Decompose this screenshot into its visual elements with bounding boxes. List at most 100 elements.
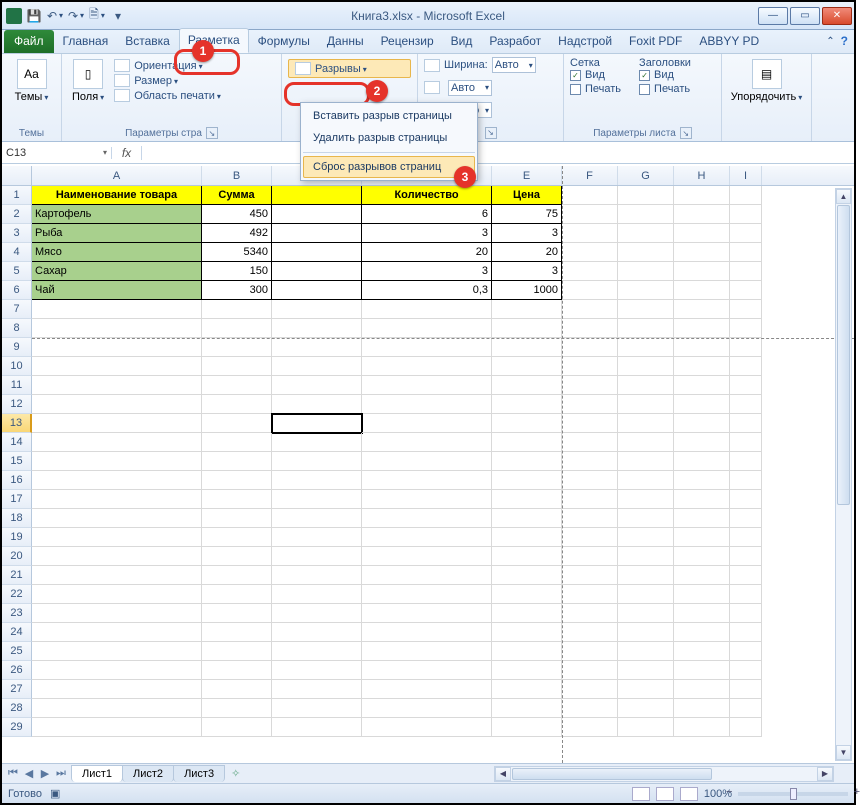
ribbon-minimize-icon[interactable]: ⌃	[826, 36, 834, 47]
headers-view-checkbox[interactable]: ✓Вид	[639, 69, 691, 81]
cell[interactable]: Чай	[32, 281, 202, 300]
cell[interactable]	[362, 718, 492, 737]
cell[interactable]	[272, 224, 362, 243]
cell[interactable]	[730, 490, 762, 509]
cell[interactable]	[674, 205, 730, 224]
row-header[interactable]: 9	[2, 338, 32, 357]
cell[interactable]	[618, 319, 674, 338]
cell[interactable]: Сумма	[202, 186, 272, 205]
cell[interactable]	[362, 357, 492, 376]
row-header[interactable]: 1	[2, 186, 32, 205]
cell[interactable]	[618, 262, 674, 281]
view-normal-icon[interactable]	[632, 787, 650, 801]
cell[interactable]	[730, 262, 762, 281]
name-box[interactable]: C13	[2, 147, 112, 159]
cell[interactable]	[272, 642, 362, 661]
cell[interactable]	[492, 623, 562, 642]
cell[interactable]	[272, 680, 362, 699]
cell[interactable]	[202, 566, 272, 585]
cell[interactable]	[492, 319, 562, 338]
cell[interactable]	[492, 528, 562, 547]
cell[interactable]	[618, 566, 674, 585]
cell[interactable]	[202, 357, 272, 376]
cell[interactable]	[362, 376, 492, 395]
row-header[interactable]: 28	[2, 699, 32, 718]
row-header[interactable]: 18	[2, 509, 32, 528]
cell[interactable]	[730, 452, 762, 471]
cell[interactable]: 5340	[202, 243, 272, 262]
cell[interactable]	[362, 471, 492, 490]
cell[interactable]: 6	[362, 205, 492, 224]
cell[interactable]	[618, 471, 674, 490]
cell[interactable]: Сахар	[32, 262, 202, 281]
cell[interactable]	[272, 452, 362, 471]
cell[interactable]	[674, 186, 730, 205]
cell[interactable]	[32, 661, 202, 680]
cell[interactable]	[730, 528, 762, 547]
cell[interactable]	[362, 338, 492, 357]
cell[interactable]	[674, 661, 730, 680]
cell[interactable]	[202, 319, 272, 338]
cell[interactable]	[562, 357, 618, 376]
column-header[interactable]: E	[492, 166, 562, 185]
cell[interactable]	[492, 718, 562, 737]
cell[interactable]: Наименование товара	[32, 186, 202, 205]
cell[interactable]	[202, 680, 272, 699]
cell[interactable]	[730, 604, 762, 623]
cell[interactable]	[562, 243, 618, 262]
row-header[interactable]: 7	[2, 300, 32, 319]
cell[interactable]	[272, 376, 362, 395]
cell[interactable]	[492, 490, 562, 509]
close-button[interactable]: ✕	[822, 7, 852, 25]
cell[interactable]	[562, 718, 618, 737]
row-header[interactable]: 13	[2, 414, 32, 433]
cell[interactable]	[272, 604, 362, 623]
row-header[interactable]: 16	[2, 471, 32, 490]
sheet-dialog-icon[interactable]: ↘	[680, 127, 692, 139]
row-header[interactable]: 14	[2, 433, 32, 452]
cell[interactable]	[730, 319, 762, 338]
column-header[interactable]: A	[32, 166, 202, 185]
cell[interactable]	[674, 642, 730, 661]
cell[interactable]	[730, 414, 762, 433]
cell[interactable]: 492	[202, 224, 272, 243]
cell[interactable]: Рыба	[32, 224, 202, 243]
cell[interactable]	[618, 281, 674, 300]
help-icon[interactable]: ?	[841, 34, 848, 48]
headers-print-checkbox[interactable]: Печать	[639, 83, 691, 95]
cell[interactable]	[32, 414, 202, 433]
select-all-corner[interactable]	[2, 166, 32, 185]
cell[interactable]	[618, 300, 674, 319]
tab-надстрой[interactable]: Надстрой	[550, 30, 620, 53]
cell[interactable]	[562, 471, 618, 490]
height-field[interactable]: Авто	[448, 80, 492, 96]
cell[interactable]	[32, 433, 202, 452]
cell[interactable]: 20	[362, 243, 492, 262]
cell[interactable]	[362, 642, 492, 661]
cell[interactable]	[730, 471, 762, 490]
cell[interactable]	[618, 338, 674, 357]
cell[interactable]	[272, 566, 362, 585]
cell[interactable]	[202, 604, 272, 623]
macro-record-icon[interactable]: ▣	[50, 787, 60, 800]
cell[interactable]	[32, 490, 202, 509]
cell[interactable]	[32, 718, 202, 737]
cell[interactable]	[202, 661, 272, 680]
cell[interactable]: Мясо	[32, 243, 202, 262]
cell[interactable]	[202, 300, 272, 319]
cell[interactable]	[202, 623, 272, 642]
cell[interactable]	[32, 680, 202, 699]
cell[interactable]	[618, 547, 674, 566]
cell[interactable]	[674, 509, 730, 528]
row-header[interactable]: 4	[2, 243, 32, 262]
cell[interactable]	[492, 642, 562, 661]
scroll-right-icon[interactable]: ▶	[817, 767, 833, 781]
cell[interactable]	[362, 452, 492, 471]
view-pagebreak-icon[interactable]	[680, 787, 698, 801]
cell[interactable]	[674, 623, 730, 642]
cell[interactable]	[730, 680, 762, 699]
cell[interactable]	[730, 433, 762, 452]
cell[interactable]	[730, 243, 762, 262]
cell[interactable]	[730, 509, 762, 528]
cell[interactable]	[32, 566, 202, 585]
